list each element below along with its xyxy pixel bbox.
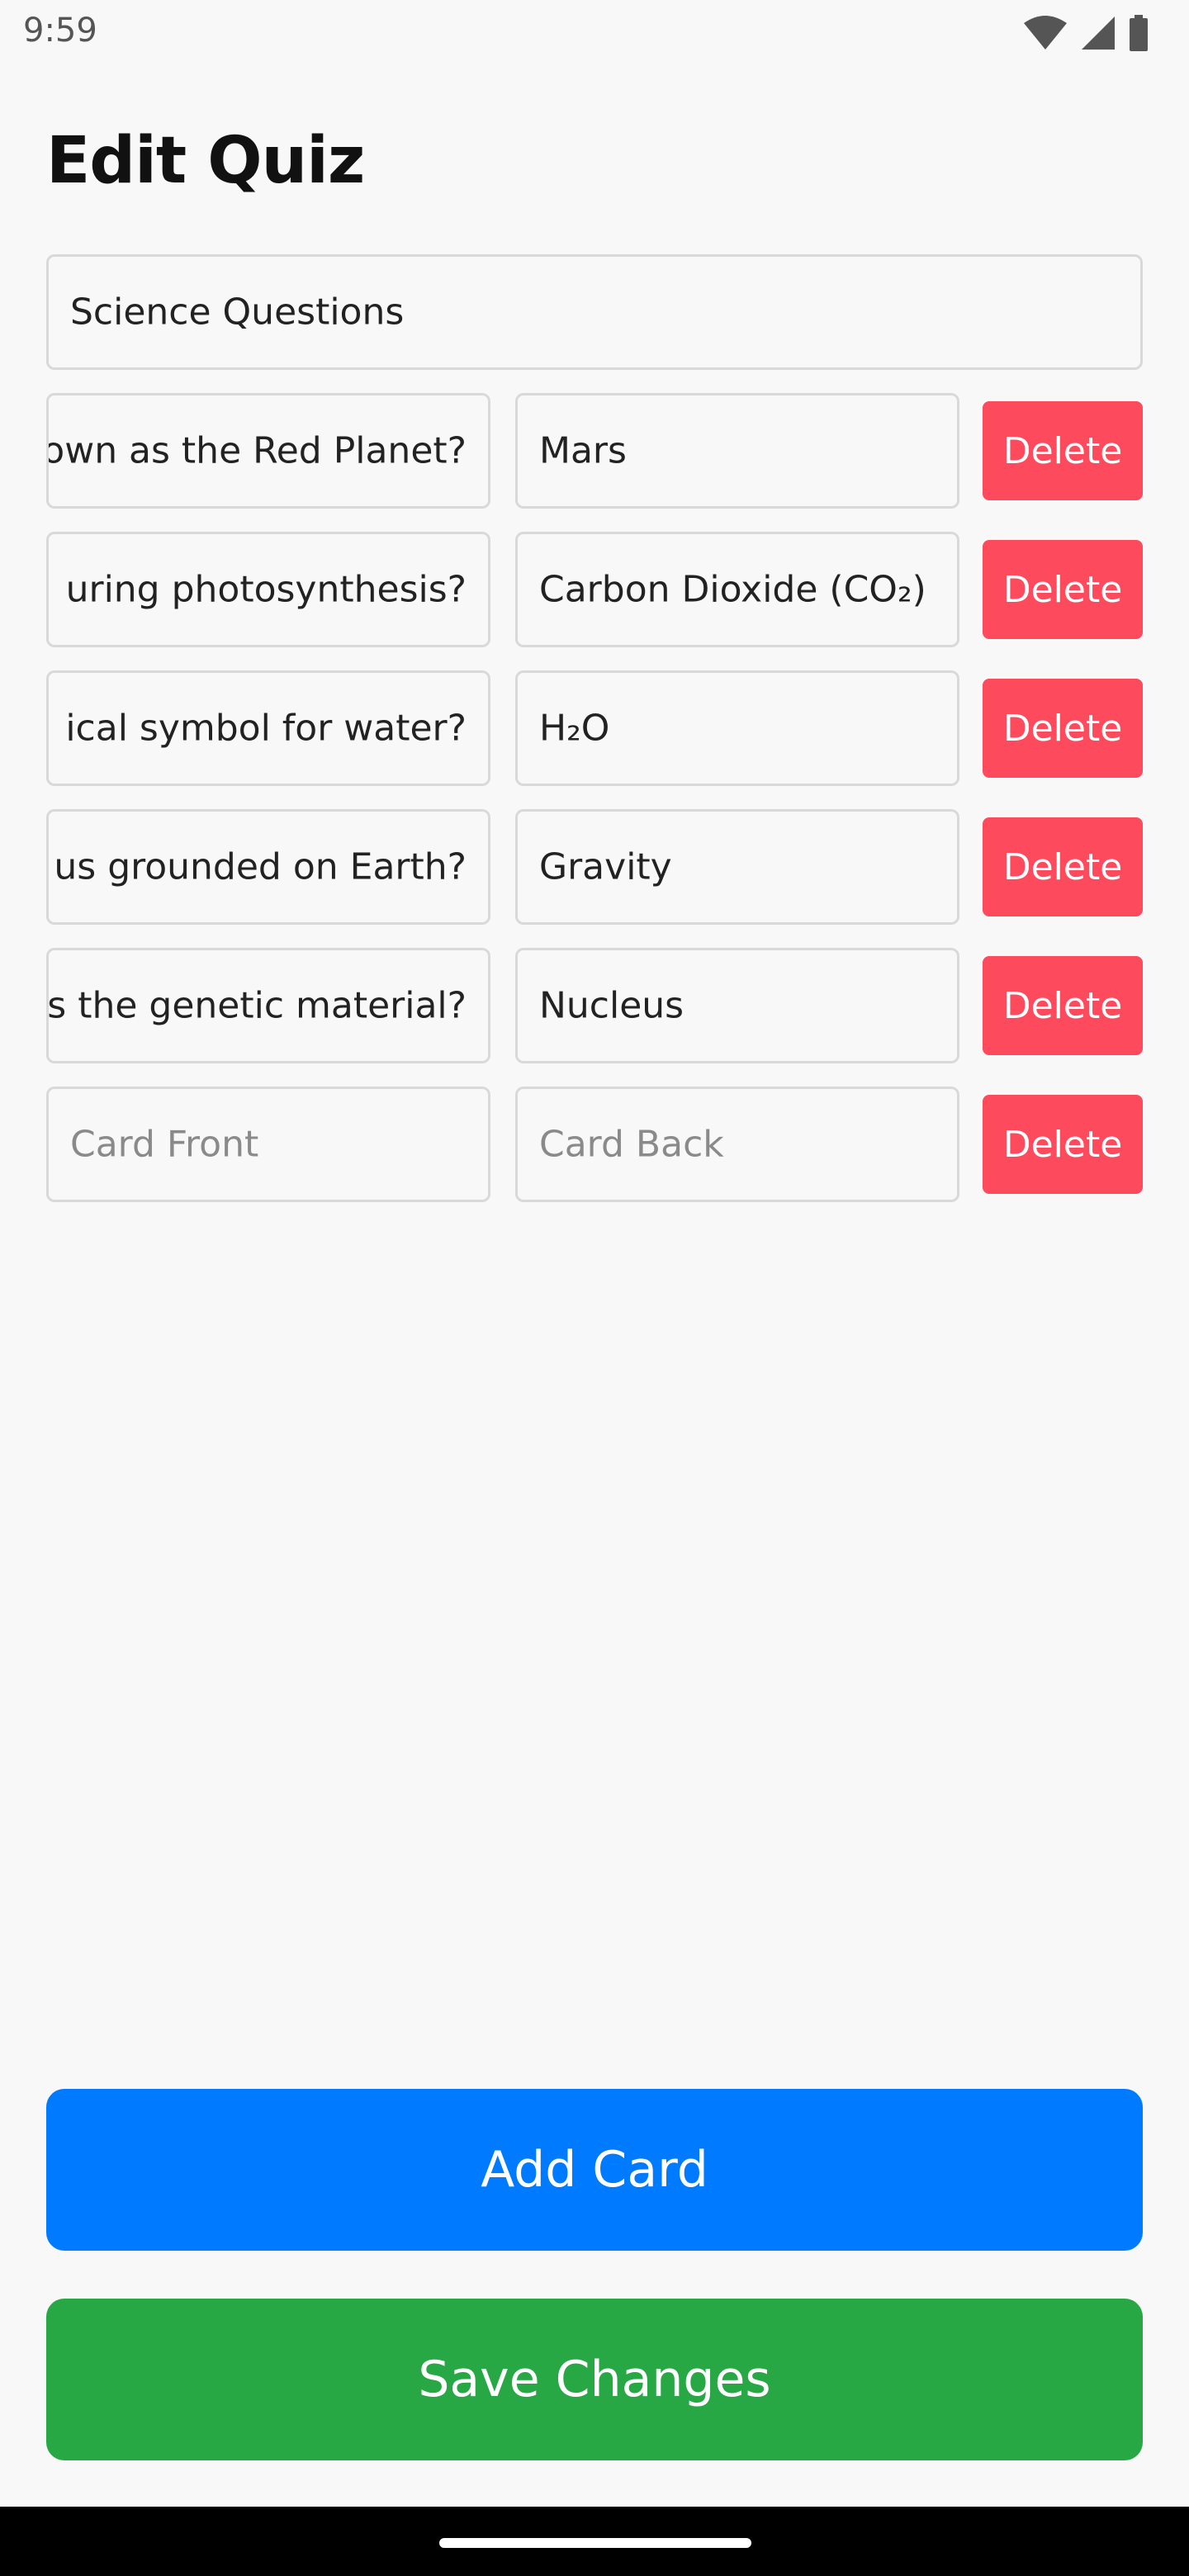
status-bar: 9:59 xyxy=(0,0,1189,69)
card-front-value: s the genetic material? xyxy=(47,984,467,1027)
card-front-input[interactable]: us grounded on Earth? xyxy=(46,809,490,925)
card-front-input[interactable]: uring photosynthesis? xyxy=(46,532,490,647)
card-back-value: H₂O xyxy=(539,707,610,750)
card-back-placeholder: Card Back xyxy=(539,1123,724,1166)
card-front-value: own as the Red Planet? xyxy=(46,429,467,472)
card-front-value: uring photosynthesis? xyxy=(65,568,467,611)
delete-card-button[interactable]: Delete xyxy=(983,817,1143,916)
card-front-input[interactable]: own as the Red Planet? xyxy=(46,393,490,509)
card-front-input[interactable]: s the genetic material? xyxy=(46,948,490,1063)
battery-icon xyxy=(1130,15,1148,51)
card-back-value: Mars xyxy=(539,429,627,472)
card-back-input[interactable]: Card Back xyxy=(515,1087,959,1202)
navigation-bar xyxy=(0,2507,1189,2576)
card-back-value: Carbon Dioxide (CO₂) xyxy=(539,568,926,611)
quiz-title-input[interactable]: Science Questions xyxy=(46,254,1143,370)
card-back-input[interactable]: Carbon Dioxide (CO₂) xyxy=(515,532,959,647)
status-time: 9:59 xyxy=(23,12,97,50)
card-back-input[interactable]: H₂O xyxy=(515,670,959,786)
delete-card-button[interactable]: Delete xyxy=(983,401,1143,500)
card-front-placeholder: Card Front xyxy=(70,1123,259,1166)
status-icons xyxy=(1022,15,1149,51)
delete-card-button[interactable]: Delete xyxy=(983,1095,1143,1194)
wifi-icon xyxy=(1024,16,1067,50)
quiz-title-value: Science Questions xyxy=(70,291,405,334)
card-front-value: us grounded on Earth? xyxy=(54,845,467,888)
save-changes-button[interactable]: Save Changes xyxy=(46,2299,1143,2460)
delete-card-button[interactable]: Delete xyxy=(983,679,1143,778)
add-card-button[interactable]: Add Card xyxy=(46,2089,1143,2251)
card-back-input[interactable]: Mars xyxy=(515,393,959,509)
card-back-value: Nucleus xyxy=(539,984,685,1027)
card-front-input[interactable]: ical symbol for water? xyxy=(46,670,490,786)
delete-card-button[interactable]: Delete xyxy=(983,956,1143,1055)
card-back-value: Gravity xyxy=(539,845,672,888)
signal-icon xyxy=(1082,17,1115,50)
delete-card-button[interactable]: Delete xyxy=(983,540,1143,639)
home-indicator[interactable] xyxy=(439,2538,751,2548)
card-back-input[interactable]: Gravity xyxy=(515,809,959,925)
card-front-value: ical symbol for water? xyxy=(65,707,467,750)
page-title: Edit Quiz xyxy=(46,124,365,198)
card-back-input[interactable]: Nucleus xyxy=(515,948,959,1063)
card-front-input[interactable]: Card Front xyxy=(46,1087,490,1202)
